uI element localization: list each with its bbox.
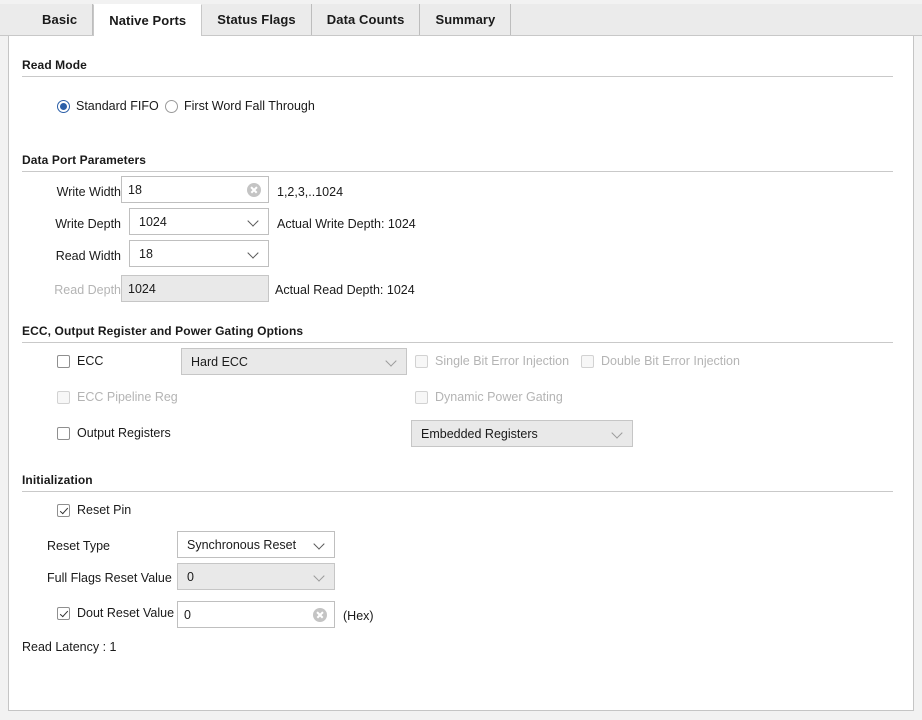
checkbox-output-registers-label: Output Registers — [77, 426, 171, 440]
checkbox-dynamic-power-gating-box — [415, 390, 428, 404]
tab-basic[interactable]: Basic — [27, 4, 94, 35]
reset-type-label: Reset Type — [47, 539, 111, 553]
checkbox-ecc-pipeline-reg-box — [57, 390, 70, 404]
write-depth-label: Write Depth — [55, 217, 121, 231]
ecc-section-title: ECC, Output Register and Power Gating Op… — [22, 324, 304, 338]
dout-reset-value-value: 0 — [184, 607, 191, 622]
tab-label: Summary — [435, 12, 496, 27]
radio-standard-fifo-label: Standard FIFO — [76, 99, 159, 113]
read-width-value: 18 — [139, 246, 153, 261]
write-width-input[interactable]: 18 — [121, 176, 269, 203]
checkbox-output-registers[interactable]: Output Registers — [57, 426, 171, 440]
tab-bar-filler — [511, 4, 922, 35]
ecc-mode-select: Hard ECC — [181, 348, 407, 375]
full-flags-reset-value-label: Full Flags Reset Value — [47, 571, 172, 585]
read-mode-divider — [22, 76, 893, 77]
checkbox-ecc-box[interactable] — [57, 354, 70, 368]
output-register-mode-value: Embedded Registers — [421, 426, 538, 441]
native-ports-panel: Read Mode Standard FIFO First Word Fall … — [8, 36, 914, 711]
checkbox-double-bit-error-injection-box — [581, 354, 594, 368]
write-depth-hint: Actual Write Depth: 1024 — [277, 217, 416, 231]
fifo-generator-window: Basic Native Ports Status Flags Data Cou… — [0, 0, 922, 720]
checkbox-double-bit-error-injection-label: Double Bit Error Injection — [601, 354, 740, 368]
chevron-down-icon — [386, 356, 397, 367]
full-flags-reset-value-value: 0 — [187, 569, 194, 584]
checkbox-single-bit-error-injection-label: Single Bit Error Injection — [435, 354, 570, 368]
checkbox-double-bit-error-injection: Double Bit Error Injection — [581, 354, 740, 368]
checkbox-output-registers-box[interactable] — [57, 426, 70, 440]
data-port-divider — [22, 171, 893, 172]
read-mode-section-title: Read Mode — [22, 58, 87, 72]
write-depth-value: 1024 — [139, 214, 167, 229]
checkbox-dout-reset-value[interactable]: Dout Reset Value — [57, 606, 174, 620]
checkbox-reset-pin-label: Reset Pin — [77, 503, 132, 517]
radio-standard-fifo-indicator[interactable] — [57, 99, 70, 113]
read-width-label: Read Width — [55, 249, 121, 263]
write-width-value: 18 — [128, 182, 142, 197]
checkbox-ecc-label: ECC — [77, 354, 104, 368]
dout-reset-value-suffix: (Hex) — [343, 609, 374, 623]
radio-first-word-fall-through-indicator[interactable] — [165, 99, 178, 113]
checkbox-dynamic-power-gating-label: Dynamic Power Gating — [435, 390, 563, 404]
initialization-divider — [22, 491, 893, 492]
chevron-down-icon[interactable] — [248, 216, 259, 227]
checkbox-dout-reset-value-box[interactable] — [57, 606, 70, 620]
ecc-divider — [22, 342, 893, 343]
read-depth-value: 1024 — [128, 281, 156, 296]
output-register-mode-select: Embedded Registers — [411, 420, 633, 447]
tab-bar: Basic Native Ports Status Flags Data Cou… — [0, 0, 922, 36]
reset-type-select[interactable]: Synchronous Reset — [177, 531, 335, 558]
reset-type-value: Synchronous Reset — [187, 537, 297, 552]
tab-summary[interactable]: Summary — [420, 4, 512, 35]
checkbox-dout-reset-value-label: Dout Reset Value — [77, 606, 175, 620]
clear-icon[interactable] — [313, 607, 327, 622]
tab-label: Data Counts — [326, 12, 405, 27]
chevron-down-icon — [612, 428, 623, 439]
checkbox-reset-pin-box[interactable] — [57, 503, 70, 517]
tab-data-counts[interactable]: Data Counts — [312, 4, 421, 35]
dout-reset-value-input[interactable]: 0 — [177, 601, 335, 628]
radio-first-word-fall-through[interactable]: First Word Fall Through — [165, 99, 315, 113]
read-width-select[interactable]: 18 — [129, 240, 269, 267]
read-latency-text: Read Latency : 1 — [22, 640, 117, 654]
radio-first-word-fall-through-label: First Word Fall Through — [184, 99, 315, 113]
write-depth-select[interactable]: 1024 — [129, 208, 269, 235]
tab-status-flags[interactable]: Status Flags — [202, 4, 312, 35]
write-width-hint: 1,2,3,..1024 — [277, 185, 344, 199]
checkbox-ecc[interactable]: ECC — [57, 354, 103, 368]
data-port-section-title: Data Port Parameters — [22, 153, 147, 167]
full-flags-reset-value-select: 0 — [177, 563, 335, 590]
clear-icon[interactable] — [247, 182, 261, 197]
chevron-down-icon — [314, 571, 325, 582]
write-width-label: Write Width — [56, 185, 121, 199]
ecc-mode-value: Hard ECC — [191, 354, 248, 369]
chevron-down-icon[interactable] — [314, 539, 325, 550]
checkbox-ecc-pipeline-reg-label: ECC Pipeline Reg — [77, 390, 178, 404]
tab-native-ports[interactable]: Native Ports — [93, 4, 203, 36]
checkbox-reset-pin[interactable]: Reset Pin — [57, 503, 131, 517]
checkbox-single-bit-error-injection-box — [415, 354, 428, 368]
read-depth-input: 1024 — [121, 275, 269, 302]
chevron-down-icon[interactable] — [248, 248, 259, 259]
checkbox-dynamic-power-gating: Dynamic Power Gating — [415, 390, 563, 404]
initialization-section-title: Initialization — [22, 473, 93, 487]
tab-label: Native Ports — [109, 12, 187, 28]
tab-label: Status Flags — [217, 12, 296, 27]
tab-label: Basic — [42, 12, 78, 27]
radio-standard-fifo[interactable]: Standard FIFO — [57, 99, 159, 113]
read-depth-hint: Actual Read Depth: 1024 — [275, 283, 415, 297]
read-depth-label: Read Depth — [54, 283, 121, 297]
checkbox-single-bit-error-injection: Single Bit Error Injection — [415, 354, 569, 368]
checkbox-ecc-pipeline-reg: ECC Pipeline Reg — [57, 390, 178, 404]
